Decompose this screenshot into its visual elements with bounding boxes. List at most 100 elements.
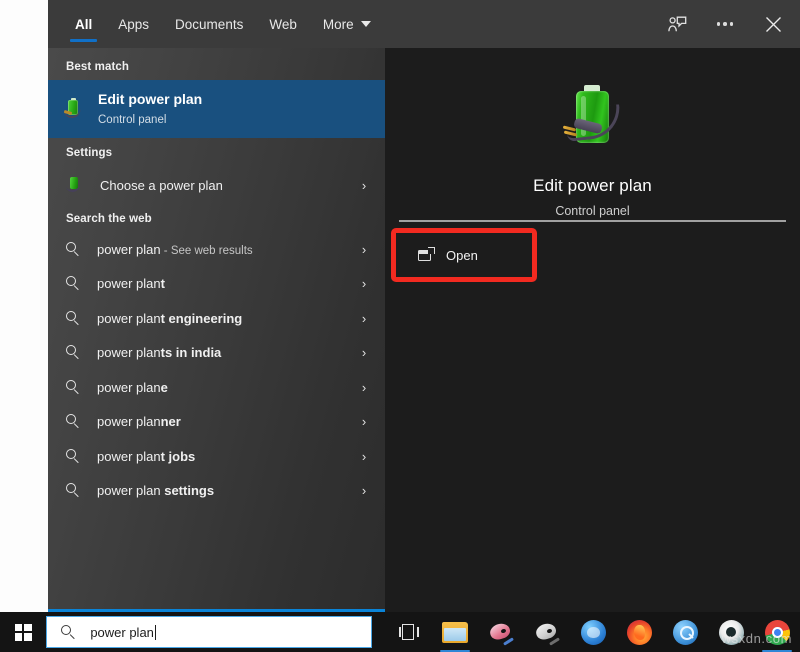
- web-result-completion: e: [161, 380, 168, 395]
- web-result-query: power plan: [97, 311, 161, 326]
- chevron-right-icon[interactable]: ›: [357, 311, 371, 326]
- search-icon: [66, 311, 81, 326]
- tab-documents-label: Documents: [175, 17, 243, 32]
- web-result-completion: settings: [161, 483, 214, 498]
- chevron-right-icon[interactable]: ›: [357, 242, 371, 257]
- chevron-right-icon[interactable]: ›: [357, 483, 371, 498]
- web-result-item[interactable]: power plant jobs ›: [48, 439, 385, 474]
- tab-all-label: All: [75, 17, 92, 32]
- preview-panel: Edit power plan Control panel Open: [385, 48, 800, 612]
- tab-web[interactable]: Web: [256, 0, 310, 48]
- header-actions: [664, 0, 786, 48]
- web-result-label: power plane: [97, 380, 351, 395]
- taskbar-item-chrome[interactable]: [754, 612, 800, 652]
- web-result-query: power plan: [97, 242, 161, 257]
- open-action-wrapper: Open: [403, 238, 535, 272]
- search-icon: [66, 380, 81, 395]
- chevron-right-icon[interactable]: ›: [357, 380, 371, 395]
- best-match-title: Edit power plan: [98, 91, 202, 107]
- taskbar-item-search-app[interactable]: [662, 612, 708, 652]
- web-result-item[interactable]: power planner ›: [48, 405, 385, 440]
- search-icon: [66, 276, 81, 291]
- tab-apps[interactable]: Apps: [105, 0, 162, 48]
- chevron-right-icon[interactable]: ›: [357, 414, 371, 429]
- taskbar-item-paint-white[interactable]: [524, 612, 570, 652]
- taskbar-item-firefox[interactable]: [616, 612, 662, 652]
- web-result-completion: ner: [161, 414, 181, 429]
- search-body: Best match Edit power plan Control panel…: [48, 48, 800, 612]
- web-result-query: power plan: [97, 483, 161, 498]
- tab-apps-label: Apps: [118, 17, 149, 32]
- chevron-down-icon: [361, 21, 371, 27]
- web-result-label: power plant: [97, 276, 351, 291]
- open-window-icon: [418, 248, 434, 262]
- web-result-item[interactable]: power plants in india›: [48, 336, 385, 371]
- web-result-hint: - See web results: [161, 245, 253, 257]
- file-explorer-icon: [442, 622, 468, 643]
- taskbar-item-task-view[interactable]: [386, 612, 432, 652]
- windows-logo-icon: [15, 624, 32, 641]
- globe-icon: [581, 620, 606, 645]
- web-result-item[interactable]: power plant engineering ›: [48, 301, 385, 336]
- web-result-query: power plan: [97, 414, 161, 429]
- open-button-label: Open: [446, 248, 478, 263]
- preview-divider: [399, 220, 786, 222]
- tab-more[interactable]: More: [310, 0, 384, 48]
- web-result-item[interactable]: power plane ›: [48, 370, 385, 405]
- results-list: Best match Edit power plan Control panel…: [48, 48, 385, 612]
- battery-power-icon: [62, 98, 84, 120]
- chevron-right-icon[interactable]: ›: [357, 178, 371, 193]
- taskbar-icons: [386, 612, 800, 652]
- web-result-query: power plan: [97, 345, 161, 360]
- chevron-right-icon[interactable]: ›: [357, 345, 371, 360]
- chrome-icon: [765, 620, 790, 645]
- search-icon: [66, 483, 81, 498]
- settings-item-label: Choose a power plan: [100, 178, 351, 193]
- tab-web-label: Web: [269, 17, 297, 32]
- screen: All Apps Documents Web More: [0, 0, 800, 652]
- taskbar: power plan: [0, 612, 800, 652]
- web-result-item[interactable]: power plan settings ›: [48, 474, 385, 509]
- opera-icon: [719, 620, 744, 645]
- search-header: All Apps Documents Web More: [48, 0, 800, 48]
- search-input-value: power plan: [90, 625, 156, 640]
- web-result-completion: t engineering: [161, 311, 243, 326]
- search-input-text: power plan: [90, 625, 154, 640]
- web-result-label: power plant jobs: [97, 449, 351, 464]
- chevron-right-icon[interactable]: ›: [357, 276, 371, 291]
- task-view-icon: [399, 624, 419, 640]
- desktop-background: [0, 0, 48, 612]
- close-icon[interactable]: [760, 11, 786, 37]
- start-button[interactable]: [0, 612, 46, 652]
- preview-header: Edit power plan Control panel: [385, 48, 800, 218]
- taskbar-item-paint-pink[interactable]: [478, 612, 524, 652]
- tab-all[interactable]: All: [62, 0, 105, 48]
- taskbar-item-globe-app[interactable]: [570, 612, 616, 652]
- web-result-query: power plan: [97, 380, 161, 395]
- best-match-item[interactable]: Edit power plan Control panel: [48, 80, 385, 138]
- ellipsis-dots: [717, 22, 734, 26]
- best-match-text: Edit power plan Control panel: [98, 90, 202, 127]
- feedback-icon[interactable]: [664, 11, 690, 37]
- tab-more-label: More: [323, 17, 354, 32]
- battery-power-icon: [66, 176, 84, 194]
- tab-documents[interactable]: Documents: [162, 0, 256, 48]
- open-button[interactable]: Open: [403, 238, 535, 272]
- taskbar-item-file-explorer[interactable]: [432, 612, 478, 652]
- web-result-item[interactable]: power plant ›: [48, 267, 385, 302]
- web-result-label: power plant engineering: [97, 311, 351, 326]
- search-input[interactable]: power plan: [46, 616, 372, 648]
- section-settings: Settings: [48, 138, 385, 166]
- battery-power-icon: [554, 81, 632, 159]
- ellipsis-icon[interactable]: [712, 11, 738, 37]
- web-result-label: power plan settings: [97, 483, 351, 498]
- settings-item-choose-a-power-plan[interactable]: Choose a power plan ›: [48, 166, 385, 204]
- chevron-right-icon[interactable]: ›: [357, 449, 371, 464]
- section-best-match: Best match: [48, 52, 385, 80]
- web-result-item[interactable]: power plan - See web results ›: [48, 232, 385, 267]
- paint-palette-icon: [489, 621, 514, 643]
- web-results: power plan - See web results›power plant…: [48, 232, 385, 508]
- web-result-completion: t: [161, 276, 165, 291]
- taskbar-item-opera[interactable]: [708, 612, 754, 652]
- preview-subtitle: Control panel: [555, 204, 629, 218]
